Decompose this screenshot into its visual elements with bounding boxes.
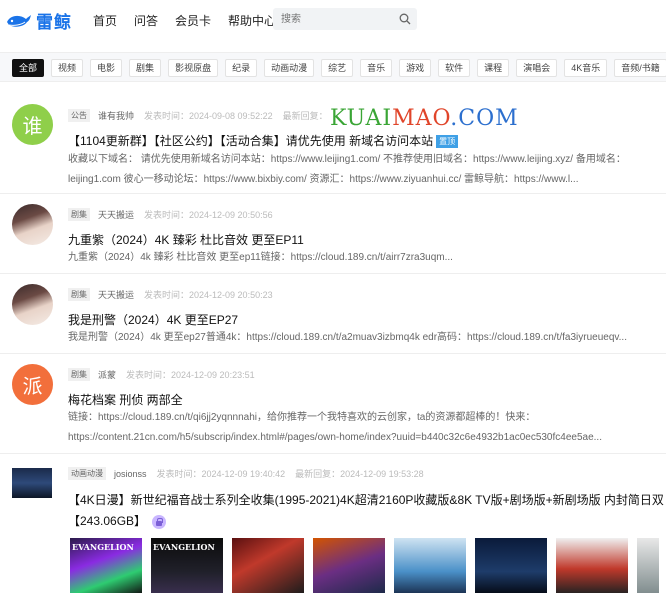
search-icon[interactable] — [399, 13, 411, 25]
post-time: 发表时间：2024-12-09 20:50:56 — [144, 210, 273, 220]
category-courses[interactable]: 课程 — [477, 59, 510, 77]
post-time: 发表时间：2024-12-09 19:40:42 — [156, 469, 286, 479]
category-audio-books[interactable]: 音频/书籍 — [614, 59, 666, 77]
category-concert[interactable]: 演唱会 — [516, 59, 558, 77]
category-tag[interactable]: 剧集 — [68, 208, 90, 221]
post-title[interactable]: 【4K日漫】新世纪福音战士系列全收集(1995-2021)4K超清2160P收藏… — [68, 491, 664, 508]
thumbnail-title: EVANGELION — [153, 542, 215, 552]
category-video[interactable]: 视频 — [51, 59, 84, 77]
pinned-badge: 置顶 — [436, 135, 459, 149]
avatar[interactable] — [12, 468, 52, 498]
post-title-text[interactable]: 【1104更新群】【社区公约】【活动合集】请优先使用 新域名访问本站 — [68, 134, 433, 148]
category-tag[interactable]: 动画动漫 — [68, 467, 106, 480]
search-box — [273, 8, 417, 30]
post-excerpt: 我是刑警（2024）4k 更至ep27普通4k：https://cloud.18… — [68, 332, 627, 343]
author-name[interactable]: 谁有我帅 — [98, 109, 134, 122]
post-excerpt: 链接：https://cloud.189.cn/t/qi6jj2yqnnnahi… — [68, 412, 602, 443]
site-logo[interactable]: 雷鲸 — [6, 8, 72, 33]
thumbnail-title: EVANGELION — [72, 542, 134, 552]
thumbnail-image[interactable] — [313, 538, 385, 593]
category-bar: 全部 视频 电影 剧集 影视原盘 纪录 动画动漫 综艺 音乐 游戏 软件 课程 … — [0, 52, 666, 82]
author-name[interactable]: 派蒙 — [98, 368, 116, 381]
nav-help-center[interactable]: 帮助中心 — [228, 12, 276, 29]
top-header: 雷鲸 首页 问答 会员卡 帮助中心 — [0, 0, 666, 40]
category-documentary[interactable]: 纪录 — [225, 59, 258, 77]
thumbnail-image[interactable] — [556, 538, 628, 593]
watermark-part2: MAO — [392, 106, 451, 131]
category-tag[interactable]: 公告 — [68, 109, 90, 122]
nav-member-card[interactable]: 会员卡 — [175, 12, 211, 29]
thumbnail-image[interactable] — [475, 538, 547, 593]
category-tag[interactable]: 剧集 — [68, 368, 90, 381]
category-music[interactable]: 音乐 — [360, 59, 393, 77]
author-name[interactable]: 天天搬运 — [98, 208, 134, 221]
watermark-part1: KUAI — [330, 106, 393, 131]
avatar[interactable] — [12, 284, 53, 325]
post-excerpt: 收藏以下域名： 请优先使用新域名访问本站：https://www.leijing… — [68, 154, 626, 185]
post-title[interactable]: 【1104更新群】【社区公约】【活动合集】请优先使用 新域名访问本站 置顶 — [68, 132, 459, 149]
thumbnail-image[interactable] — [232, 538, 304, 593]
post-time: 发表时间：2024-09-08 09:52:22 — [144, 111, 273, 121]
avatar[interactable]: 派 — [12, 364, 53, 405]
post-time: 发表时间：2024-12-09 20:23:51 — [126, 370, 255, 380]
logo-text: 雷鲸 — [36, 13, 72, 32]
whale-logo-icon — [7, 14, 31, 27]
category-variety[interactable]: 综艺 — [321, 59, 354, 77]
post-title[interactable]: 九重紫（2024）4K 臻彩 杜比音效 更至EP11 — [68, 231, 304, 248]
nav-qa[interactable]: 问答 — [134, 12, 158, 29]
author-name[interactable]: 天天搬运 — [98, 288, 134, 301]
thumbnail-strip: EVANGELION EVANGELION — [70, 538, 659, 593]
category-4k-music[interactable]: 4K音乐 — [564, 59, 608, 77]
post-title[interactable]: 梅花档案 刑侦 两部全 — [68, 391, 183, 408]
post-title[interactable]: 我是刑警（2024）4K 更至EP27 — [68, 311, 238, 328]
category-series[interactable]: 剧集 — [129, 59, 162, 77]
post-title-size: 【243.06GB】 — [68, 512, 167, 529]
last-reply: 最新回复： — [282, 111, 328, 121]
search-input[interactable] — [273, 8, 393, 30]
list-item[interactable]: 剧集 天天搬运 发表时间：2024-12-09 20:50:56 九重紫（202… — [0, 194, 666, 274]
category-tag[interactable]: 剧集 — [68, 288, 90, 301]
avatar[interactable] — [12, 204, 53, 245]
main-nav: 首页 问答 会员卡 帮助中心 — [93, 12, 293, 29]
category-anime[interactable]: 动画动漫 — [264, 59, 315, 77]
list-item[interactable]: 派 剧集 派蒙 发表时间：2024-12-09 20:23:51 梅花档案 刑侦… — [0, 354, 666, 454]
category-bluray[interactable]: 影视原盘 — [168, 59, 219, 77]
thumbnail-image[interactable] — [637, 538, 659, 593]
nav-home[interactable]: 首页 — [93, 12, 117, 29]
list-item[interactable]: 剧集 天天搬运 发表时间：2024-12-09 20:50:23 我是刑警（20… — [0, 274, 666, 354]
last-reply: 最新回复：2024-12-09 19:53:28 — [295, 469, 424, 479]
category-software[interactable]: 软件 — [438, 59, 471, 77]
thumbnail-image[interactable]: EVANGELION — [151, 538, 223, 593]
thumbnail-image[interactable]: EVANGELION — [70, 538, 142, 593]
watermark: KUAIMAO.COM — [330, 106, 519, 131]
post-size-text: 【243.06GB】 — [68, 514, 147, 528]
lock-icon — [152, 514, 167, 529]
category-games[interactable]: 游戏 — [399, 59, 432, 77]
category-movie[interactable]: 电影 — [90, 59, 123, 77]
avatar[interactable]: 谁 — [12, 104, 53, 145]
category-all[interactable]: 全部 — [12, 59, 45, 77]
thumbnail-image[interactable] — [394, 538, 466, 593]
watermark-part3: .COM — [450, 106, 519, 131]
post-excerpt: 九重紫（2024）4k 臻彩 杜比音效 更至ep11链接：https://clo… — [68, 252, 453, 263]
author-name[interactable]: josionss — [114, 469, 147, 479]
post-time: 发表时间：2024-12-09 20:50:23 — [144, 290, 273, 300]
